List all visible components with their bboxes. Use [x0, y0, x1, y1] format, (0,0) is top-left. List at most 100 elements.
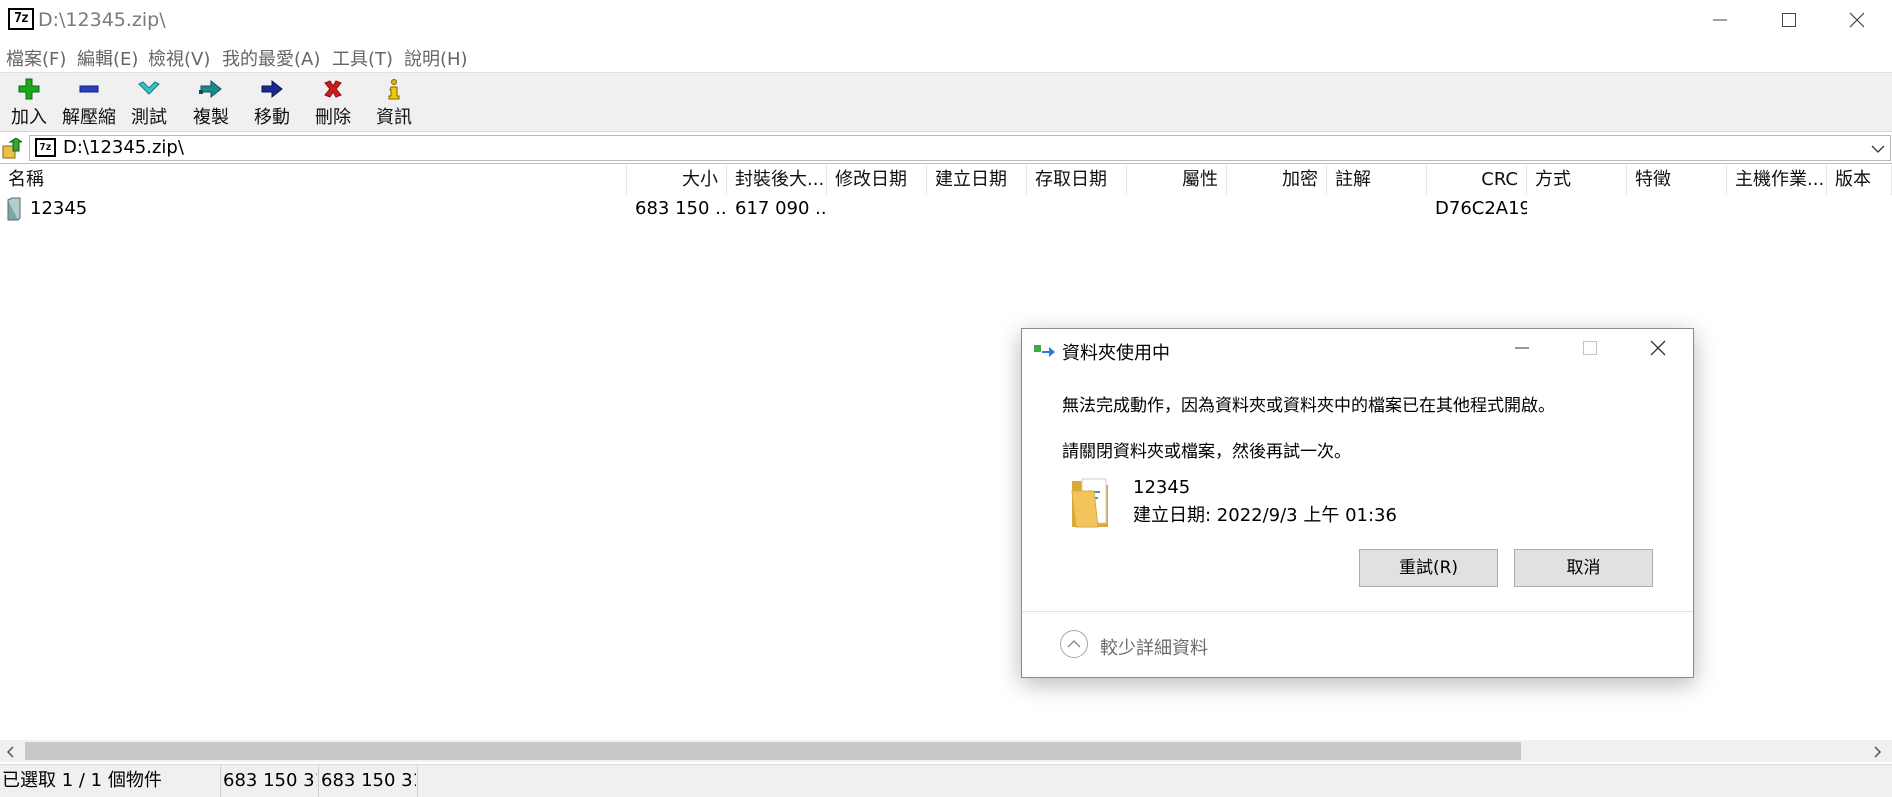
path-dropdown-button[interactable]	[1870, 139, 1886, 161]
chevron-down-icon	[1871, 145, 1885, 153]
7zip-app-icon: 7z	[8, 8, 34, 30]
dialog-app-icon	[1034, 343, 1056, 363]
file-encrypted	[1227, 195, 1327, 223]
column-header-created[interactable]: 建立日期	[927, 165, 1027, 195]
column-header-characteristics[interactable]: 特徵	[1627, 165, 1727, 195]
cancel-button[interactable]: 取消	[1514, 549, 1653, 587]
file-attributes	[1127, 195, 1227, 223]
path-text: D:\12345.zip\	[63, 137, 184, 158]
up-folder-button[interactable]	[2, 137, 24, 160]
checkmark-icon	[138, 81, 160, 95]
column-header-encrypted[interactable]: 加密	[1227, 165, 1327, 195]
horizontal-scrollbar[interactable]	[0, 740, 1892, 762]
scroll-left-button[interactable]	[4, 744, 18, 763]
minimize-button[interactable]	[1685, 0, 1755, 40]
minimize-icon	[1515, 347, 1529, 349]
scroll-right-button[interactable]	[1870, 744, 1884, 763]
maximize-icon	[1583, 341, 1597, 355]
move-arrow-icon	[261, 79, 283, 99]
file-version	[1827, 195, 1892, 223]
folder-in-use-dialog: 資料夾使用中 無法完成動作，因為資料夾或資料夾中的檔案已在其他程式開啟。 請關閉…	[1021, 328, 1694, 678]
test-button[interactable]: 測試	[120, 77, 178, 129]
file-size: 683 150 ...	[635, 198, 727, 219]
delete-button[interactable]: 刪除	[304, 77, 362, 129]
dialog-message: 無法完成動作，因為資料夾或資料夾中的檔案已在其他程式開啟。	[1062, 396, 1555, 416]
minus-icon	[79, 85, 99, 93]
address-bar: 7z D:\12345.zip\	[0, 133, 1892, 164]
dialog-file-date: 建立日期: 2022/9/3 上午 01:36	[1133, 505, 1397, 526]
copy-button[interactable]: 複製	[182, 77, 240, 129]
file-crc: D76C2A19	[1435, 198, 1527, 219]
file-host-os	[1727, 195, 1827, 223]
column-header-attributes[interactable]: 屬性	[1127, 165, 1227, 195]
close-icon	[1849, 12, 1865, 28]
dialog-file-name: 12345	[1133, 477, 1191, 498]
status-bar: 已選取 1 / 1 個物件 683 150 315 683 150 315	[0, 764, 1892, 797]
title-bar: 7z D:\12345.zip\	[0, 0, 1892, 40]
maximize-icon	[1782, 13, 1796, 27]
test-label: 測試	[131, 107, 167, 128]
chevron-up-icon	[1067, 640, 1081, 648]
info-label: 資訊	[376, 107, 412, 128]
folder-up-icon	[2, 137, 24, 159]
column-header-accessed[interactable]: 存取日期	[1027, 165, 1127, 195]
folder-icon	[1068, 471, 1116, 535]
column-header-packed-size[interactable]: 封裝後大...	[727, 165, 827, 195]
menu-edit[interactable]: 編輯(E)	[77, 45, 138, 71]
dialog-maximize-button	[1565, 333, 1615, 363]
column-header-size[interactable]: 大小	[627, 165, 727, 195]
file-created	[927, 195, 1027, 223]
column-header-version[interactable]: 版本	[1827, 165, 1892, 195]
extract-label: 解壓縮	[62, 107, 116, 128]
retry-button[interactable]: 重試(R)	[1359, 549, 1498, 587]
dialog-title: 資料夾使用中	[1062, 343, 1170, 364]
chevron-right-icon	[1874, 746, 1882, 758]
move-label: 移動	[254, 107, 290, 128]
file-modified	[827, 195, 927, 223]
file-characteristics	[1627, 195, 1727, 223]
column-header-comment[interactable]: 註解	[1327, 165, 1427, 195]
info-button[interactable]: 資訊	[365, 77, 423, 129]
plus-icon	[18, 78, 40, 100]
add-button[interactable]: 加入	[0, 77, 58, 129]
dialog-divider	[1022, 611, 1693, 612]
copy-arrow-icon	[199, 79, 222, 99]
column-header-name[interactable]: 名稱	[0, 165, 627, 195]
menu-favorites[interactable]: 我的最愛(A)	[222, 45, 320, 71]
column-header-modified[interactable]: 修改日期	[827, 165, 927, 195]
chevron-left-icon	[6, 746, 14, 758]
close-button[interactable]	[1822, 0, 1892, 40]
status-selection: 已選取 1 / 1 個物件	[2, 770, 162, 791]
menu-view[interactable]: 檢視(V)	[148, 45, 210, 71]
fewer-details-link[interactable]: 較少詳細資料	[1100, 634, 1208, 660]
minimize-icon	[1713, 19, 1727, 21]
extract-button[interactable]: 解壓縮	[60, 77, 118, 129]
column-header-crc[interactable]: CRC	[1427, 165, 1527, 195]
file-name: 12345	[30, 198, 88, 219]
file-accessed	[1027, 195, 1127, 223]
dialog-minimize-button[interactable]	[1497, 333, 1547, 363]
dialog-close-button[interactable]	[1633, 333, 1683, 363]
column-header-host-os[interactable]: 主機作業...	[1727, 165, 1827, 195]
info-icon	[388, 79, 400, 100]
scrollbar-thumb[interactable]	[25, 742, 1521, 760]
status-size: 683 150 315	[220, 765, 317, 797]
status-divider	[417, 765, 420, 797]
close-icon	[1650, 340, 1666, 356]
toolbar: 加入 解壓縮 測試 複製 移動 刪除 資訊	[0, 72, 1892, 132]
file-packed-size: 617 090 ...	[735, 198, 827, 219]
copy-label: 複製	[193, 107, 229, 128]
menu-bar: 檔案(F) 編輯(E) 檢視(V) 我的最愛(A) 工具(T) 說明(H)	[0, 40, 1892, 72]
archive-icon: 7z	[35, 138, 56, 157]
maximize-button[interactable]	[1754, 0, 1824, 40]
window-title: D:\12345.zip\	[38, 9, 166, 31]
fewer-details-toggle[interactable]	[1060, 630, 1088, 658]
column-header-row: 名稱 大小 封裝後大... 修改日期 建立日期 存取日期 屬性 加密 註解 CR…	[0, 165, 1892, 195]
menu-tools[interactable]: 工具(T)	[332, 45, 393, 71]
move-button[interactable]: 移動	[243, 77, 301, 129]
menu-help[interactable]: 說明(H)	[404, 45, 468, 71]
column-header-method[interactable]: 方式	[1527, 165, 1627, 195]
table-row[interactable]: 12345 683 150 ... 617 090 ... D76C2A19	[0, 195, 1892, 223]
path-field[interactable]: 7z D:\12345.zip\	[29, 135, 1891, 161]
menu-file[interactable]: 檔案(F)	[6, 45, 66, 71]
